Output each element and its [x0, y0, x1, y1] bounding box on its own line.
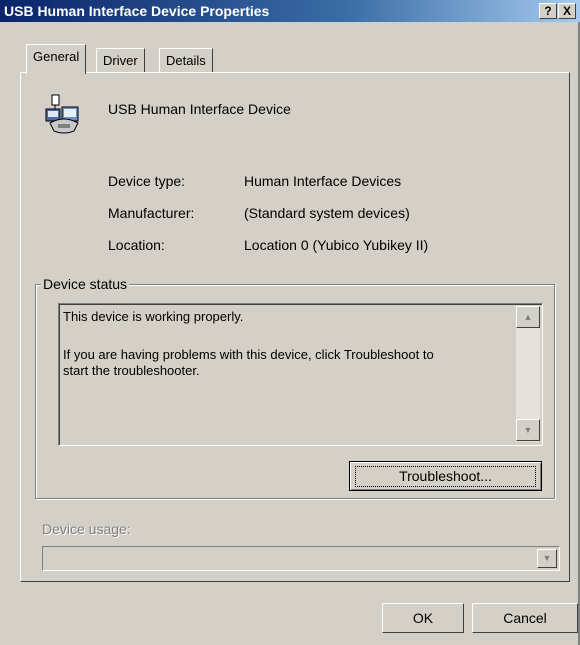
usb-device-icon [44, 93, 84, 135]
scroll-up-icon[interactable]: ▲ [516, 306, 540, 328]
device-type-value: Human Interface Devices [244, 173, 402, 189]
device-name: USB Human Interface Device [108, 101, 291, 117]
window-title: USB Human Interface Device Properties [4, 3, 270, 19]
manufacturer-value: (Standard system devices) [244, 205, 410, 221]
tab-details-label: Details [166, 53, 206, 68]
tab-driver[interactable]: Driver [96, 48, 145, 73]
tab-general[interactable]: General [26, 44, 87, 74]
tab-details[interactable]: Details [159, 48, 213, 73]
location-label: Location: [108, 237, 165, 253]
status-line-1: This device is working properly. [63, 309, 244, 324]
ok-button[interactable]: OK [382, 603, 464, 633]
manufacturer-label: Manufacturer: [108, 205, 195, 221]
tab-general-label: General [33, 49, 80, 64]
tab-driver-label: Driver [103, 53, 138, 68]
title-bar[interactable]: USB Human Interface Device Properties ? … [0, 0, 580, 22]
cancel-button[interactable]: Cancel [472, 603, 578, 633]
cancel-label: Cancel [503, 610, 547, 626]
scroll-down-icon[interactable]: ▼ [516, 419, 540, 441]
ok-label: OK [412, 610, 434, 626]
close-button[interactable]: X [558, 3, 576, 19]
device-usage-combobox[interactable] [42, 546, 560, 571]
status-line-2: If you are having problems with this dev… [63, 347, 434, 362]
device-type-label: Device type: [108, 173, 186, 189]
device-status-title: Device status [41, 276, 130, 292]
chevron-down-icon[interactable]: ▼ [537, 549, 557, 568]
location-value: Location 0 (Yubico Yubikey II) [244, 237, 429, 253]
status-line-3: start the troubleshooter. [63, 363, 200, 378]
troubleshoot-button[interactable]: Troubleshoot... [349, 461, 542, 491]
troubleshoot-label: Troubleshoot... [399, 468, 492, 484]
device-usage-label: Device usage: [42, 521, 131, 537]
help-button[interactable]: ? [539, 3, 557, 19]
